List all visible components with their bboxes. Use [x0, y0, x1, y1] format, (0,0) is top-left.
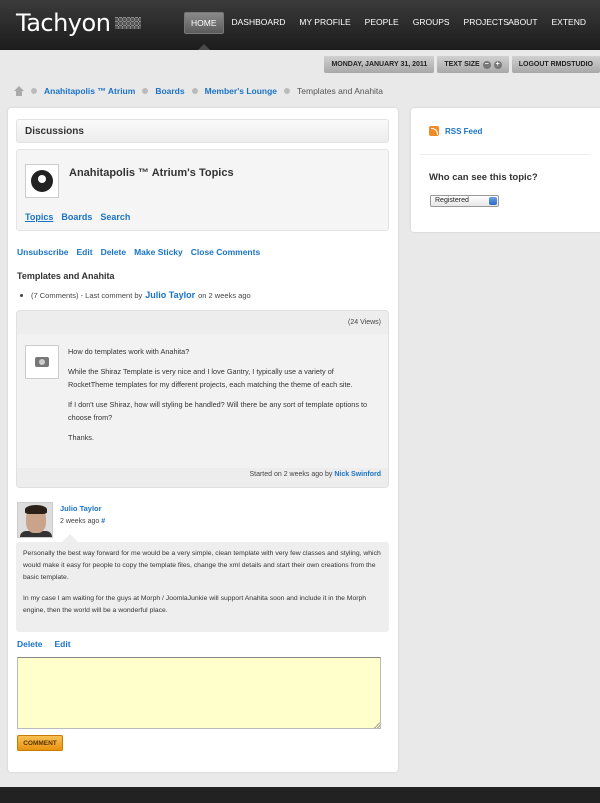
topic-post: (24 Views) How do templates work with An…	[16, 310, 389, 488]
post-paragraph: While the Shiraz Template is very nice a…	[68, 367, 353, 389]
avatar-hair	[25, 505, 47, 514]
tab-search[interactable]: Search	[100, 212, 130, 222]
utility-bar: MONDAY, JANUARY 31, 2011 TEXT SIZE − + L…	[324, 56, 600, 73]
top-header: Tachyon HOME DASHBOARD MY PROFILE PEOPLE…	[0, 0, 600, 50]
post-paragraph: If I don't use Shiraz, how will styling …	[68, 400, 368, 422]
topics-tabs: Topics Boards Search	[25, 212, 130, 222]
rss-feed-link[interactable]: RSS Feed	[429, 126, 482, 136]
topic-title: Templates and Anahita	[17, 271, 115, 281]
post-text: How do templates work with Anahita? Whil…	[68, 345, 380, 451]
camera-icon	[35, 357, 49, 367]
breadcrumb-current: Templates and Anahita	[297, 86, 384, 96]
edit-comment-link[interactable]: Edit	[55, 639, 71, 649]
breadcrumb-separator	[142, 88, 149, 94]
last-comment-author-link[interactable]: Julio Taylor	[145, 290, 195, 300]
topic-author-link[interactable]: Nick Swinford	[334, 471, 381, 478]
group-logo-icon	[31, 170, 53, 192]
select-arrows-icon	[489, 197, 497, 205]
logo-grid-icon	[115, 17, 141, 29]
nav-home[interactable]: HOME	[184, 12, 224, 34]
comment-time-text: 2 weeks ago	[60, 518, 100, 525]
breadcrumb-separator	[31, 88, 37, 94]
nav-about[interactable]: ABOUT	[502, 12, 543, 32]
close-comments-link[interactable]: Close Comments	[191, 247, 260, 257]
breadcrumb-atrium[interactable]: Anahitapolis ™ Atrium	[44, 86, 135, 96]
tab-topics[interactable]: Topics	[25, 212, 53, 222]
visibility-select-value: Registered	[435, 197, 469, 204]
post-paragraph: Thanks.	[68, 433, 94, 442]
text-size-decrease-button[interactable]: −	[482, 60, 491, 69]
comment-permalink[interactable]: #	[101, 518, 105, 525]
comment-paragraph: In my case I am waiting for the guys at …	[23, 595, 367, 614]
date-display: MONDAY, JANUARY 31, 2011	[324, 56, 435, 73]
edit-topic-link[interactable]: Edit	[77, 247, 93, 257]
logout-button[interactable]: LOGOUT RMDSTUDIO	[511, 56, 600, 73]
breadcrumb-boards[interactable]: Boards	[155, 86, 184, 96]
tab-boards[interactable]: Boards	[61, 212, 92, 222]
breadcrumb-separator	[191, 88, 198, 94]
nav-people[interactable]: PEOPLE	[359, 12, 405, 34]
topic-actions: Unsubscribe Edit Delete Make Sticky Clos…	[17, 247, 260, 257]
delete-topic-link[interactable]: Delete	[101, 247, 127, 257]
home-icon[interactable]	[14, 86, 24, 96]
make-sticky-link[interactable]: Make Sticky	[134, 247, 183, 257]
rss-feed-label[interactable]: RSS Feed	[445, 127, 482, 136]
unsubscribe-link[interactable]: Unsubscribe	[17, 247, 69, 257]
nav-dashboard[interactable]: DASHBOARD	[226, 12, 292, 34]
topics-title: Anahitapolis ™ Atrium's Topics	[69, 167, 234, 179]
sidebar-divider	[420, 154, 590, 155]
commenter-avatar[interactable]	[17, 502, 53, 538]
text-size-control: TEXT SIZE − +	[437, 56, 509, 73]
commenter-name-link[interactable]: Julio Taylor	[60, 504, 102, 513]
view-count: (24 Views)	[348, 319, 381, 326]
started-prefix: Started on 2 weeks ago by	[249, 471, 333, 478]
comment-textarea[interactable]	[17, 657, 381, 729]
main-nav: HOME DASHBOARD MY PROFILE PEOPLE GROUPS …	[184, 12, 517, 34]
breadcrumb-separator	[284, 88, 291, 94]
group-avatar[interactable]	[25, 164, 59, 198]
nav-extend[interactable]: EXTEND	[546, 12, 592, 32]
post-body: How do templates work with Anahita? Whil…	[17, 334, 388, 468]
footer-bar	[0, 787, 600, 803]
text-size-increase-button[interactable]: +	[493, 60, 502, 69]
comment-time: 2 weeks ago #	[60, 518, 105, 525]
breadcrumb-members-lounge[interactable]: Member's Lounge	[205, 86, 277, 96]
secondary-nav: ABOUT EXTEND	[502, 12, 594, 32]
comment-actions: Delete Edit	[17, 639, 71, 649]
comment-submit-button[interactable]: COMMENT	[17, 735, 63, 751]
site-logo[interactable]: Tachyon	[16, 9, 111, 37]
visibility-heading: Who can see this topic?	[429, 172, 538, 183]
nav-my-profile[interactable]: MY PROFILE	[293, 12, 356, 34]
post-author-avatar[interactable]	[25, 345, 59, 379]
discussions-header: Discussions	[16, 119, 389, 143]
post-started-info: Started on 2 weeks ago by Nick Swinford	[249, 471, 381, 478]
post-paragraph: How do templates work with Anahita?	[68, 347, 190, 356]
breadcrumb: Anahitapolis ™ Atrium Boards Member's Lo…	[14, 86, 383, 96]
topic-meta: (7 Comments) - Last comment by Julio Tay…	[20, 290, 251, 300]
resize-grip-icon[interactable]	[374, 722, 380, 728]
text-size-label: TEXT SIZE	[444, 61, 480, 68]
delete-comment-link[interactable]: Delete	[17, 639, 43, 649]
rss-icon	[429, 126, 439, 136]
comment-paragraph: Personally the best way forward for me w…	[23, 550, 381, 581]
comment-body: Personally the best way forward for me w…	[16, 542, 389, 632]
topic-meta-suffix: on 2 weeks ago	[198, 290, 251, 300]
topics-box: Anahitapolis ™ Atrium's Topics Topics Bo…	[16, 149, 389, 231]
nav-active-pointer	[198, 44, 210, 50]
visibility-select[interactable]: Registered	[430, 195, 499, 207]
bullet	[20, 293, 23, 297]
topic-meta-prefix: (7 Comments) - Last comment by	[31, 290, 143, 300]
nav-groups[interactable]: GROUPS	[407, 12, 456, 34]
